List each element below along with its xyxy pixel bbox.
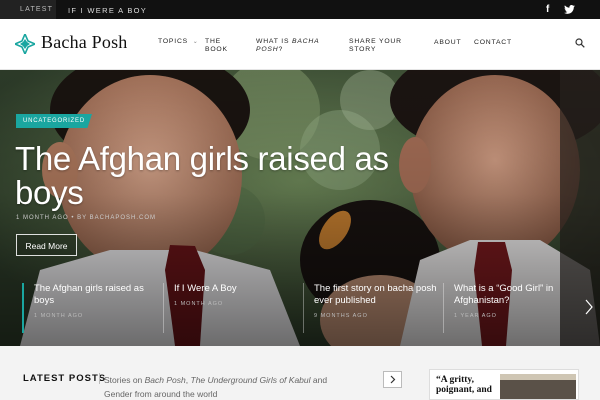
nav-what-is-d: ?: [278, 46, 284, 53]
slide-title: The first story on bacha posh ever publi…: [314, 283, 437, 306]
nav-contact[interactable]: Contact: [474, 39, 512, 47]
slide-date: 1 year ago: [454, 313, 497, 319]
site-logo-text[interactable]: Bacha Posh: [41, 32, 128, 53]
latest-posts-section: LATEST POSTS Stories on Bach Posh, The U…: [0, 346, 600, 400]
slide-title: If I Were A Boy: [174, 283, 237, 294]
nav-what-is-c: Posh: [256, 46, 279, 53]
slide-title: What is a “Good Girl” in Afghanistan?: [454, 283, 554, 306]
chevron-right-icon: [390, 375, 396, 384]
desc-part: Stories on: [104, 375, 145, 385]
facebook-icon[interactable]: f: [546, 4, 549, 15]
slide-date: 1 month ago: [174, 301, 224, 307]
desc-part: The Underground Girls of Kabul: [190, 375, 311, 385]
nav-share-line1: Share Your: [349, 38, 402, 45]
page: Latest If I Were a Boy f Bacha Posh Topi…: [0, 0, 600, 400]
latest-posts-description: Stories on Bach Posh, The Underground Gi…: [104, 373, 349, 400]
twitter-icon[interactable]: [564, 5, 575, 17]
top-bar: Latest If I Were a Boy f: [0, 0, 600, 19]
nav-what-is-a: What is: [256, 38, 292, 45]
book-cover-banner: [500, 374, 576, 380]
desc-part: Bach Posh: [144, 375, 186, 385]
book-quote-line2: poignant, and: [436, 385, 492, 395]
category-badge[interactable]: Uncategorized: [16, 114, 92, 128]
slide-date: 9 months ago: [314, 313, 368, 319]
slide-item[interactable]: What is a “Good Girl” in Afghanistan? 1 …: [443, 283, 578, 333]
slider-navigation: The Afghan girls raised as boys 1 month …: [0, 283, 600, 333]
nav-what-is-b: Bacha: [291, 38, 320, 45]
logo-icon[interactable]: [15, 34, 35, 54]
latest-label: Latest: [0, 0, 56, 19]
nav-the-book-line1: The: [205, 38, 221, 45]
nav-topics-label: Topics: [158, 38, 188, 45]
slide-item[interactable]: If I Were A Boy 1 month ago: [163, 283, 303, 333]
nav-share-line2: Story: [349, 46, 377, 53]
nav-about[interactable]: About: [434, 39, 461, 47]
book-promo[interactable]: “A gritty, poignant, and: [429, 369, 579, 400]
hero-meta: 1 month ago • by bachaposh.com: [16, 215, 157, 221]
chevron-right-icon[interactable]: [584, 298, 594, 316]
read-more-button[interactable]: Read More: [16, 234, 77, 256]
site-header: Bacha Posh Topics ⌄ The Book What is Bac…: [0, 19, 600, 70]
slide-date: 1 month ago: [34, 313, 84, 319]
nav-the-book-line2: Book: [205, 46, 228, 53]
latest-posts-heading: LATEST POSTS: [23, 373, 107, 384]
hero-title[interactable]: The Afghan girls raised as boys: [15, 142, 435, 210]
nav-what-is-bacha-posh[interactable]: What is Bacha Posh?: [256, 38, 319, 54]
next-posts-button[interactable]: [383, 371, 402, 388]
chevron-down-icon: ⌄: [192, 39, 199, 45]
book-quote: “A gritty, poignant, and: [436, 375, 492, 395]
heading-divider: [99, 373, 100, 384]
hero-slider[interactable]: Uncategorized The Afghan girls raised as…: [0, 70, 600, 346]
book-quote-line1: “A gritty,: [436, 375, 474, 385]
slide-item[interactable]: The Afghan girls raised as boys 1 month …: [22, 283, 162, 333]
slide-title: The Afghan girls raised as boys: [34, 283, 144, 306]
ticker-link[interactable]: If I Were a Boy: [68, 6, 147, 15]
search-icon[interactable]: [575, 38, 585, 48]
nav-share-your-story[interactable]: Share Your Story: [349, 38, 402, 54]
nav-topics[interactable]: Topics ⌄: [158, 38, 199, 46]
nav-the-book[interactable]: The Book: [205, 38, 228, 54]
slide-item[interactable]: The first story on bacha posh ever publi…: [303, 283, 443, 333]
